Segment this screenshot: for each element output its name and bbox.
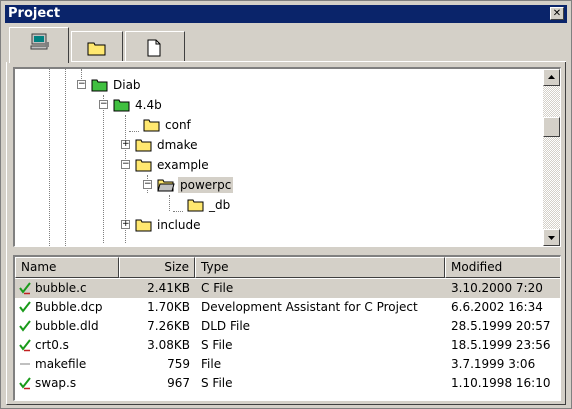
file-modified: 6.6.2002 16:34 xyxy=(451,300,543,314)
folder-open-icon xyxy=(91,79,108,92)
file-type: Development Assistant for C Project xyxy=(201,300,418,314)
file-icon xyxy=(147,39,161,57)
tree-node-label: _db xyxy=(209,198,231,212)
expand-toggle[interactable]: + xyxy=(121,140,130,149)
file-type: DLD File xyxy=(201,319,251,333)
scroll-down-button[interactable] xyxy=(543,229,560,246)
file-name: crt0.s xyxy=(35,338,69,352)
expand-toggle[interactable]: + xyxy=(121,220,130,229)
file-size: 7.26KB xyxy=(147,319,190,333)
file-row[interactable]: makefile 759 File 3.7.1999 3:06 xyxy=(15,355,560,374)
tree-node-label: Diab xyxy=(113,78,141,92)
folder-icon xyxy=(135,159,152,172)
file-modified: 3.10.2000 7:20 xyxy=(451,281,543,295)
file-modified: 3.7.1999 3:06 xyxy=(451,357,536,371)
window-title: Project xyxy=(8,6,61,21)
folder-icon xyxy=(135,139,152,152)
tree-node-label: powerpc xyxy=(178,177,234,193)
folder-icon xyxy=(187,199,204,212)
file-name: Bubble.dcp xyxy=(35,300,103,314)
dash-icon xyxy=(20,363,30,365)
file-type: C File xyxy=(201,281,234,295)
checkmark-edit-icon xyxy=(19,377,31,390)
file-name: swap.s xyxy=(35,376,77,390)
folder-tree[interactable]: − Diab − 4.4b conf + dmake − example − p… xyxy=(13,67,561,247)
file-row[interactable]: crt0.s 3.08KB S File 18.5.1999 23:56 xyxy=(15,336,560,355)
file-row[interactable]: bubble.c 2.41KB C File 3.10.2000 7:20 xyxy=(15,279,560,298)
tree-scrollbar[interactable] xyxy=(543,69,560,246)
file-size: 759 xyxy=(167,357,190,371)
close-button[interactable]: ✕ xyxy=(550,7,564,20)
collapse-toggle[interactable]: − xyxy=(99,100,108,109)
file-size: 3.08KB xyxy=(147,338,190,352)
tree-node-label: 4.4b xyxy=(135,98,162,112)
tree-node-label: conf xyxy=(165,118,191,132)
title-bar[interactable]: Project ✕ xyxy=(5,5,567,23)
file-name: makefile xyxy=(35,357,87,371)
file-row[interactable]: Bubble.dcp 1.70KB Development Assistant fo… xyxy=(15,298,560,317)
file-name: bubble.dld xyxy=(35,319,99,333)
file-size: 1.70KB xyxy=(147,300,190,314)
tree-guide-line xyxy=(103,95,104,243)
file-type: File xyxy=(201,357,222,371)
file-type: S File xyxy=(201,338,233,352)
tree-guide-line xyxy=(129,131,139,132)
tab-computer[interactable] xyxy=(9,27,69,63)
scroll-thumb[interactable] xyxy=(543,117,560,137)
checkmark-icon xyxy=(19,301,31,313)
tree-node-label: include xyxy=(157,218,201,232)
file-modified: 1.10.1998 16:10 xyxy=(451,376,551,390)
file-name: bubble.c xyxy=(35,281,87,295)
folder-icon xyxy=(87,42,106,56)
file-size: 2.41KB xyxy=(147,281,190,295)
tree-node-label: example xyxy=(157,158,209,172)
file-modified: 18.5.1999 23:56 xyxy=(451,338,551,352)
column-header-modified[interactable]: Modified xyxy=(445,257,560,278)
folder-open-icon xyxy=(113,99,130,112)
tree-guide-line xyxy=(49,69,50,246)
folder-icon xyxy=(143,119,160,132)
file-list[interactable]: Name Size Type Modified bubble.c 2.41KB C … xyxy=(13,255,561,401)
tab-files[interactable] xyxy=(125,31,185,61)
checkmark-edit-icon xyxy=(19,339,31,352)
folder-open-icon xyxy=(157,179,175,192)
file-size: 967 xyxy=(167,376,190,390)
collapse-toggle[interactable]: − xyxy=(143,180,152,189)
file-row[interactable]: swap.s 967 S File 1.10.1998 16:10 xyxy=(15,374,560,393)
checkmark-icon xyxy=(19,320,31,332)
scroll-up-button[interactable] xyxy=(543,69,560,86)
collapse-toggle[interactable]: − xyxy=(121,160,130,169)
project-window: Project ✕ − Diab − 4.4b conf + dmake − e… xyxy=(0,0,572,409)
column-header-size[interactable]: Size xyxy=(119,257,195,278)
tree-node-label: dmake xyxy=(157,138,198,152)
file-modified: 28.5.1999 20:57 xyxy=(451,319,551,333)
tree-guide-line xyxy=(65,69,66,246)
collapse-toggle[interactable]: − xyxy=(77,80,86,89)
folder-icon xyxy=(135,219,152,232)
file-row[interactable]: bubble.dld 7.26KB DLD File 28.5.1999 20:57 xyxy=(15,317,560,336)
file-type: S File xyxy=(201,376,233,390)
tree-guide-line xyxy=(169,195,170,211)
computer-icon xyxy=(30,33,49,50)
tab-folders[interactable] xyxy=(71,31,123,61)
checkmark-edit-icon xyxy=(19,282,31,295)
tree-guide-line xyxy=(173,211,183,212)
arrow-up-icon xyxy=(548,75,555,79)
column-header-name[interactable]: Name xyxy=(15,257,119,278)
column-header-type[interactable]: Type xyxy=(195,257,445,278)
arrow-down-icon xyxy=(548,236,555,240)
